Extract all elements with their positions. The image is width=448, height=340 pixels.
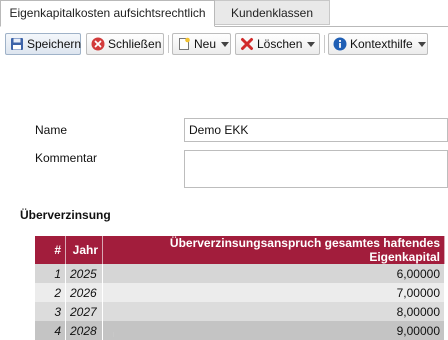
- tab-kundenklassen[interactable]: Kundenklassen: [215, 0, 330, 25]
- tab-eigenkapitalkosten[interactable]: Eigenkapitalkosten aufsichtsrechtlich: [0, 0, 215, 27]
- row-number: 3: [35, 302, 66, 321]
- column-header-value[interactable]: Überverzinsungsanspruch gesamtes haftend…: [102, 236, 445, 264]
- row-value: 6,00000: [102, 264, 445, 283]
- delete-button[interactable]: Löschen: [235, 33, 320, 55]
- row-year: 2026: [65, 283, 103, 302]
- row-number: 1: [35, 264, 66, 283]
- comment-field[interactable]: [184, 150, 448, 188]
- tab-bar: Eigenkapitalkosten aufsichtsrechtlich Ku…: [0, 0, 448, 27]
- new-button[interactable]: Neu: [172, 33, 231, 55]
- column-divider: [80, 332, 81, 337]
- chevron-down-icon: [307, 41, 316, 47]
- new-button-label: Neu: [194, 37, 217, 51]
- close-button-label: Schließen: [108, 37, 162, 51]
- row-year: 2027: [65, 302, 103, 321]
- new-document-icon: [177, 37, 191, 51]
- section-title: Überverzinsung: [20, 208, 111, 222]
- column-divider: [113, 332, 114, 337]
- column-header-number[interactable]: #: [35, 236, 66, 264]
- overinterest-table: # Jahr Überverzinsungsanspruch gesamtes …: [35, 236, 445, 340]
- save-button[interactable]: Speichern: [5, 33, 81, 55]
- row-value: 9,00000: [102, 321, 445, 340]
- name-label: Name: [35, 123, 68, 137]
- delete-button-label: Löschen: [257, 37, 303, 51]
- help-button[interactable]: Kontexthilfe: [328, 33, 428, 55]
- close-icon: [91, 37, 105, 51]
- row-value: 8,00000: [102, 302, 445, 321]
- chevron-down-icon: [221, 41, 230, 47]
- toolbar-separator: [168, 35, 169, 53]
- row-year: 2025: [65, 264, 103, 283]
- column-header-year[interactable]: Jahr: [65, 236, 103, 264]
- table-row[interactable]: 2 2026 7,00000: [35, 283, 445, 302]
- floppy-disk-icon: [10, 37, 24, 51]
- close-button[interactable]: Schließen: [86, 33, 164, 55]
- row-value: 7,00000: [102, 283, 445, 302]
- table-row[interactable]: 4 2028 9,00000: [35, 321, 445, 340]
- name-field[interactable]: Demo EKK: [184, 118, 448, 142]
- comment-label: Kommentar: [35, 151, 98, 165]
- toolbar-separator: [324, 35, 325, 53]
- delete-x-icon: [240, 37, 254, 51]
- save-button-label: Speichern: [27, 37, 82, 51]
- row-number: 2: [35, 283, 66, 302]
- table-row[interactable]: 3 2027 8,00000: [35, 302, 445, 321]
- chevron-down-icon: [417, 41, 426, 47]
- info-icon: [333, 37, 347, 51]
- table-header-row: # Jahr Überverzinsungsanspruch gesamtes …: [35, 236, 445, 264]
- row-year: 2028: [65, 321, 103, 340]
- table-row[interactable]: 1 2025 6,00000: [35, 264, 445, 283]
- row-number: 4: [35, 321, 66, 340]
- toolbar: Speichern Schließen Neu Löschen Kontexth…: [0, 30, 448, 60]
- help-button-label: Kontexthilfe: [350, 37, 413, 51]
